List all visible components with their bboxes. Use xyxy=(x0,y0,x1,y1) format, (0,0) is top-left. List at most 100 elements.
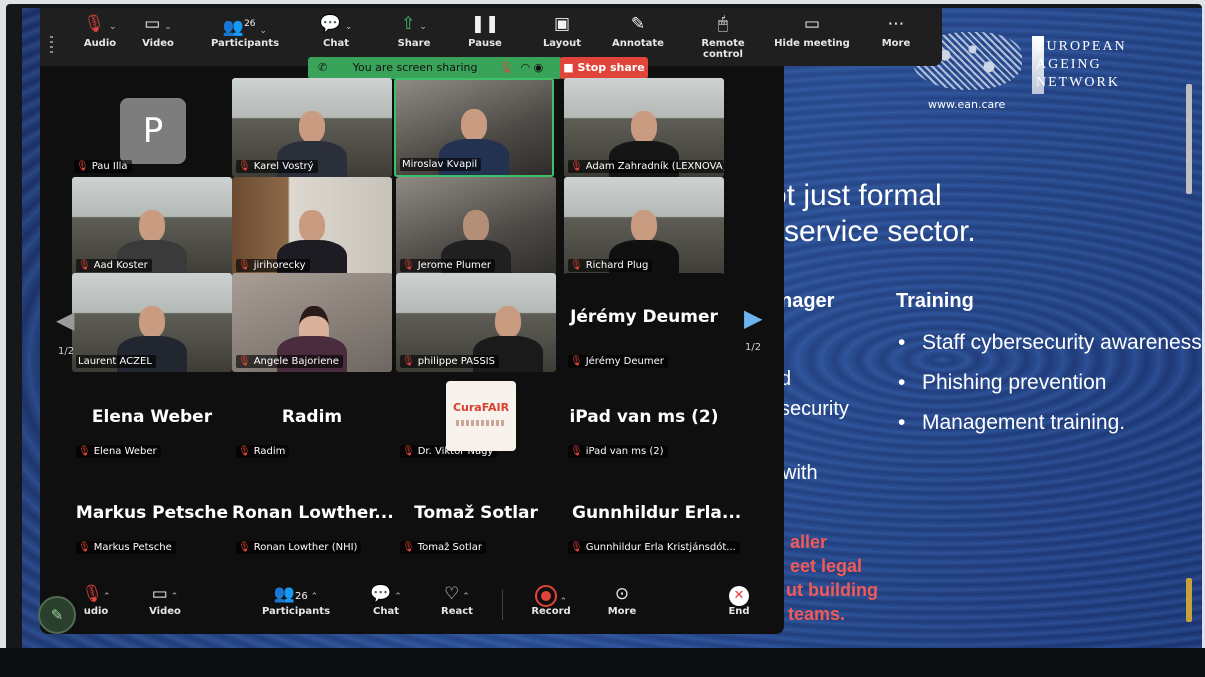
participant-name-text: Markus Petsche xyxy=(93,542,172,553)
participants-button[interactable]: 👥26⌄ Participants xyxy=(210,8,280,66)
annotation-pen-button[interactable]: ✎ xyxy=(38,596,76,634)
bottom-video-button[interactable]: ▭ ⌃ Video xyxy=(140,582,190,630)
bottom-participant-count: 26 xyxy=(295,591,308,602)
participant-tile[interactable]: 🎙 Aad Koster xyxy=(72,177,232,276)
bullet-item: Phishing prevention xyxy=(896,370,1202,396)
participant-tile[interactable]: Laurent ACZEL xyxy=(72,273,232,372)
participant-name: 🎙 Karel Vostrý xyxy=(236,160,318,173)
audio-button[interactable]: 🎙 ⌄ Audio xyxy=(74,8,126,66)
participant-tile[interactable]: Jérémy Deumer 🎙 Jérémy Deumer xyxy=(564,273,724,372)
more-label: More xyxy=(881,38,911,49)
participant-tile[interactable]: 🎙 Adam Zahradník (LEXNOVA) xyxy=(564,78,724,177)
more-dots-icon: ⊙ xyxy=(614,584,630,604)
participant-tile[interactable]: 🎙 jirihorecky xyxy=(232,177,392,276)
end-label: End xyxy=(728,606,750,617)
monitor-stand-edge xyxy=(0,648,1205,677)
hide-meeting-button[interactable]: ▭ Hide meeting xyxy=(772,8,852,66)
react-button[interactable]: ♡ ⌃ React xyxy=(432,582,482,630)
participant-tile[interactable]: Elena Weber 🎙 Elena Weber xyxy=(72,373,232,472)
mic-muted-icon: 🎙 xyxy=(402,446,415,457)
participant-tile[interactable]: Gunnhildur Erla... 🎙 Gunnhildur Erla Kris… xyxy=(564,473,754,568)
remote-control-button[interactable]: 🖱 Remote control xyxy=(680,8,766,66)
column-head-manager: nager xyxy=(780,290,835,312)
bottom-participants-button[interactable]: 👥26 ⌃ Participants xyxy=(256,582,336,630)
bullet-item: Management training. xyxy=(896,410,1202,436)
record-icon: ⌃ xyxy=(526,582,576,607)
page-indicator-left: 1/2 xyxy=(58,346,75,357)
training-bullets: Staff cybersecurity awareness Phishing p… xyxy=(896,330,1202,450)
participant-tile[interactable]: P 🎙 Pau Illa xyxy=(70,78,230,177)
pencil-icon: ✎ xyxy=(50,606,64,624)
participant-name: 🎙 Radim xyxy=(236,445,290,458)
participant-tile[interactable]: 🎙 Karel Vostrý xyxy=(232,78,392,177)
participant-tile[interactable]: 🎙 Richard Plug xyxy=(564,177,724,276)
participant-name: 🎙 Pau Illa xyxy=(74,160,132,173)
chat-icon: 💬 ⌄ xyxy=(319,14,353,34)
slide-title-line: service sector. xyxy=(784,215,976,248)
end-meeting-button[interactable]: ✕ End xyxy=(722,582,756,630)
participant-display-name: Elena Weber xyxy=(91,407,213,427)
participant-name: 🎙 Gunnhildur Erla Kristjánsdót... xyxy=(568,541,740,554)
bullet-item: Staff cybersecurity awareness xyxy=(896,330,1202,356)
slide-red-fragment: ut building xyxy=(786,580,878,600)
slide-red-fragment: eet legal xyxy=(790,556,863,576)
share-arrow-icon: ⇧ ⌄ xyxy=(401,14,427,34)
participant-name: 🎙 jirihorecky xyxy=(236,259,310,272)
participant-name: 🎙 Angele Bajoriene xyxy=(236,355,343,368)
participant-tile[interactable]: Tomaž Sotlar 🎙 Tomaž Sotlar xyxy=(396,473,556,568)
bottom-chat-label: Chat xyxy=(373,606,399,617)
participant-tile[interactable]: iPad van ms (2) 🎙 iPad van ms (2) xyxy=(564,373,724,472)
stop-share-button[interactable]: ■ Stop share xyxy=(560,57,648,79)
more-dots-icon: ⋯ xyxy=(887,14,905,34)
bottom-chat-button[interactable]: 💬 ⌃ Chat xyxy=(366,582,406,630)
toolbar-divider xyxy=(502,590,503,620)
participant-tile[interactable]: Ronan Lowther... 🎙 Ronan Lowther (NHI) xyxy=(232,473,392,568)
screen-sharing-banner: ✆ You are screen sharing 🎙 ◠ ◉ xyxy=(308,57,562,79)
participant-name: 🎙 iPad van ms (2) xyxy=(568,445,668,458)
participant-name: 🎙 Markus Petsche xyxy=(76,541,176,554)
bottom-more-label: More xyxy=(607,606,637,617)
bottom-audio-label: udio xyxy=(83,606,109,617)
participant-tile[interactable]: Radim 🎙 Radim xyxy=(232,373,392,472)
video-button[interactable]: ▭ ⌄ Video xyxy=(132,8,184,66)
participant-tile-active-speaker[interactable]: Miroslav Kvapil xyxy=(394,78,554,177)
participant-name: 🎙 Ronan Lowther (NHI) xyxy=(236,541,362,554)
bottom-participants-label: Participants xyxy=(261,606,331,617)
mic-muted-icon: 🎙 xyxy=(238,542,251,553)
ean-url: www.ean.care xyxy=(928,98,1006,111)
participant-name-text: Aad Koster xyxy=(93,260,148,271)
annotate-label: Annotate xyxy=(612,38,664,49)
previous-page-icon[interactable]: ◀ xyxy=(56,306,74,334)
mic-muted-icon: 🎙 xyxy=(238,260,251,271)
participant-tile[interactable]: 🎙 Jerome Plumer xyxy=(396,177,556,276)
participant-name-text: Jerome Plumer xyxy=(417,260,492,271)
participant-name-text: Angele Bajoriene xyxy=(253,356,339,367)
mic-muted-icon: 🎙 xyxy=(78,260,91,271)
remote-control-label: Remote control xyxy=(701,38,745,60)
end-x-icon: ✕ xyxy=(722,582,756,606)
participant-name: 🎙 philippe PASSIS xyxy=(400,355,499,368)
bottom-audio-button[interactable]: 🎙⌃ udio xyxy=(76,582,116,630)
curafair-logo: CuraFAIR xyxy=(446,381,516,451)
mic-muted-icon: 🎙 xyxy=(76,161,89,172)
mic-muted-icon: 🎙 xyxy=(78,542,91,553)
participant-name-text: Karel Vostrý xyxy=(253,161,314,172)
participant-name-text: philippe PASSIS xyxy=(417,356,495,367)
participant-tile[interactable]: Markus Petsche 🎙 Markus Petsche xyxy=(72,473,232,568)
next-page-icon[interactable]: ▶ xyxy=(744,304,762,332)
camera-icon: ▭ ⌃ xyxy=(151,584,179,604)
more-button[interactable]: ⋯ More xyxy=(870,8,922,66)
participant-count: 26 xyxy=(244,19,256,29)
pen-icon: ✎ xyxy=(630,14,646,34)
slide-scrollbar-bottom xyxy=(1186,578,1192,622)
hide-window-icon: ▭ xyxy=(803,14,821,34)
participant-name: 🎙 Elena Weber xyxy=(76,445,161,458)
drag-handle-icon[interactable] xyxy=(50,36,53,56)
participant-name: 🎙 Richard Plug xyxy=(568,259,653,272)
participant-tile[interactable]: 🎙 philippe PASSIS xyxy=(396,273,556,372)
record-button[interactable]: ⌃ Record xyxy=(526,582,576,630)
mic-muted-icon: 🎙⌃ xyxy=(81,584,111,604)
bottom-more-button[interactable]: ⊙ More xyxy=(602,582,642,630)
participant-name-text: Adam Zahradník (LEXNOVA) xyxy=(585,161,724,172)
participant-tile[interactable]: 🎙 Angele Bajoriene xyxy=(232,273,392,372)
